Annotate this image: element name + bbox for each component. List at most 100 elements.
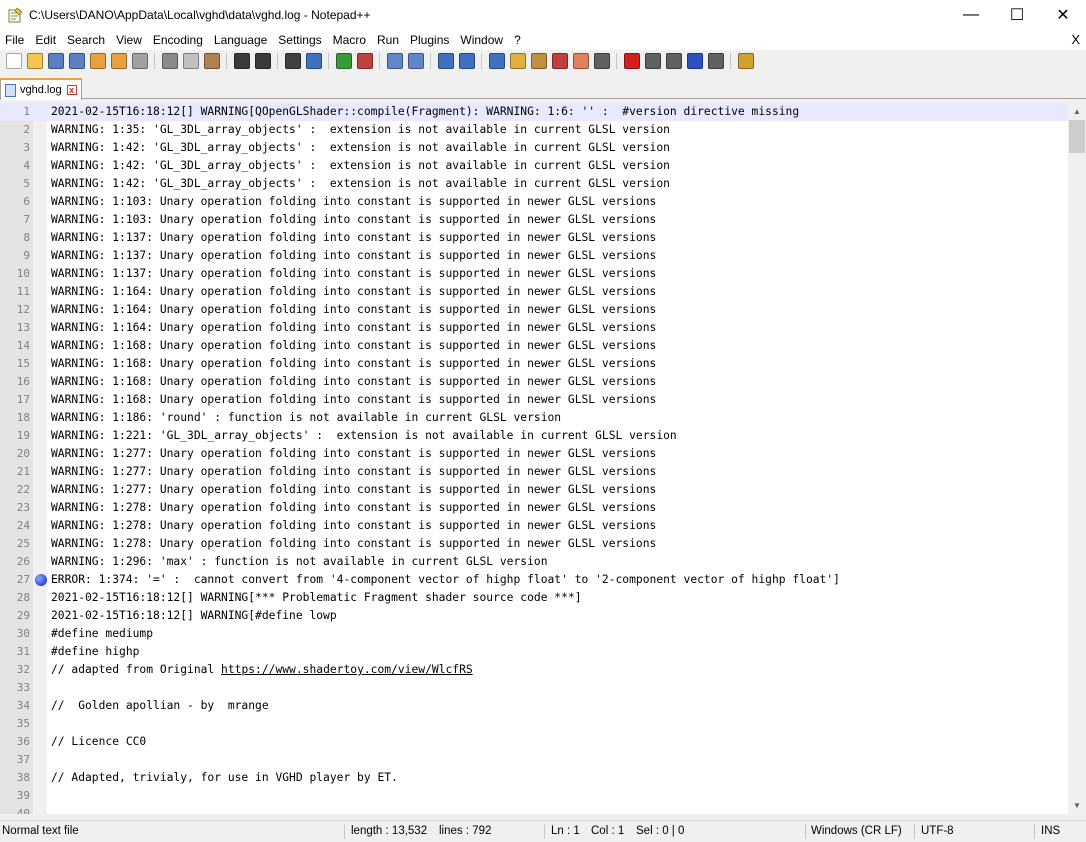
code-line[interactable]: 6 WARNING: 1:103: Unary operation folding… — [0, 193, 1068, 211]
menu-search[interactable]: Search — [62, 30, 111, 50]
code-line[interactable]: 18 WARNING: 1:186: 'round' : function is … — [0, 409, 1068, 427]
sync-horizontal-icon[interactable] — [407, 53, 424, 69]
code-line[interactable]: 27 ERROR: 1:374: '=' : cannot convert fro… — [0, 571, 1068, 589]
code-line[interactable]: 32 // adapted from Original https://www.s… — [0, 661, 1068, 679]
scrollbar-thumb[interactable] — [1069, 120, 1085, 153]
menu-settings[interactable]: Settings — [273, 30, 327, 50]
code-line[interactable]: 30 #define mediump — [0, 625, 1068, 643]
sync-vertical-icon[interactable] — [386, 53, 403, 69]
scroll-up-arrow-icon[interactable]: ▲ — [1068, 103, 1086, 120]
indent-guide-icon[interactable] — [488, 53, 505, 69]
save-macro-icon[interactable] — [707, 53, 724, 69]
menu-macro[interactable]: Macro — [328, 30, 372, 50]
code-line[interactable]: 5 WARNING: 1:42: 'GL_3DL_array_objects' :… — [0, 175, 1068, 193]
close-document-button[interactable]: X — [1071, 30, 1080, 50]
code-line[interactable]: 37 — [0, 751, 1068, 769]
monitoring-icon[interactable] — [593, 53, 610, 69]
word-wrap-icon[interactable] — [437, 53, 454, 69]
code-line[interactable]: 3 WARNING: 1:42: 'GL_3DL_array_objects' :… — [0, 139, 1068, 157]
launch-browser-icon[interactable] — [737, 53, 754, 69]
function-list-icon[interactable] — [551, 53, 568, 69]
folder-workspace-icon[interactable] — [572, 53, 589, 69]
url-link[interactable]: https://www.shadertoy.com/view/WlcfRS — [221, 663, 473, 676]
menu-encoding[interactable]: Encoding — [148, 30, 209, 50]
code-line[interactable]: 13 WARNING: 1:164: Unary operation foldin… — [0, 319, 1068, 337]
menu-window[interactable]: Window — [455, 30, 509, 50]
cut-icon[interactable] — [161, 53, 178, 69]
code-line[interactable]: 25 WARNING: 1:278: Unary operation foldin… — [0, 535, 1068, 553]
code-line[interactable]: 20 WARNING: 1:277: Unary operation foldin… — [0, 445, 1068, 463]
code-line[interactable]: 40 — [0, 805, 1068, 814]
code-line[interactable]: 7 WARNING: 1:103: Unary operation folding… — [0, 211, 1068, 229]
tab-close-icon[interactable]: x — [66, 85, 77, 95]
code-line[interactable]: 26 WARNING: 1:296: 'max' : function is no… — [0, 553, 1068, 571]
code-line[interactable]: 4 WARNING: 1:42: 'GL_3DL_array_objects' :… — [0, 157, 1068, 175]
new-file-icon[interactable] — [5, 53, 22, 69]
code-line[interactable]: 2 WARNING: 1:35: 'GL_3DL_array_objects' :… — [0, 121, 1068, 139]
find-icon[interactable] — [284, 53, 301, 69]
show-all-chars-icon[interactable] — [458, 53, 475, 69]
code-line[interactable]: 33 — [0, 679, 1068, 697]
record-macro-icon[interactable] — [623, 53, 640, 69]
code-line[interactable]: 10 WARNING: 1:137: Unary operation foldin… — [0, 265, 1068, 283]
save-file-icon[interactable] — [47, 53, 64, 69]
undo-icon[interactable] — [233, 53, 250, 69]
maximize-button[interactable]: ☐ — [994, 0, 1040, 30]
print-icon[interactable] — [131, 53, 148, 69]
redo-icon[interactable] — [254, 53, 271, 69]
code-line[interactable]: 19 WARNING: 1:221: 'GL_3DL_array_objects'… — [0, 427, 1068, 445]
run-macro-multiple-icon[interactable] — [686, 53, 703, 69]
code-line[interactable]: 9 WARNING: 1:137: Unary operation folding… — [0, 247, 1068, 265]
document-map-icon[interactable] — [530, 53, 547, 69]
user-language-icon[interactable] — [509, 53, 526, 69]
save-all-icon[interactable] — [68, 53, 85, 69]
copy-icon[interactable] — [182, 53, 199, 69]
code-line[interactable]: 34 // Golden apollian - by mrange — [0, 697, 1068, 715]
menu-run[interactable]: Run — [372, 30, 405, 50]
paste-icon[interactable] — [203, 53, 220, 69]
code-line[interactable]: 35 — [0, 715, 1068, 733]
code-line[interactable]: 21 WARNING: 1:277: Unary operation foldin… — [0, 463, 1068, 481]
code-line[interactable]: 1 2021-02-15T16:18:12[] WARNING[QOpenGLSh… — [0, 103, 1068, 121]
close-window-button[interactable]: ✕ — [1040, 0, 1086, 30]
menu-file[interactable]: File — [0, 30, 30, 50]
code-line[interactable]: 38 // Adapted, trivialy, for use in VGHD … — [0, 769, 1068, 787]
zoom-out-icon[interactable] — [356, 53, 373, 69]
line-number: 32 — [16, 663, 30, 676]
code-line[interactable]: 23 WARNING: 1:278: Unary operation foldin… — [0, 499, 1068, 517]
stop-macro-icon[interactable] — [644, 53, 661, 69]
play-macro-icon[interactable] — [665, 53, 682, 69]
code-line[interactable]: 29 2021-02-15T16:18:12[] WARNING[#define … — [0, 607, 1068, 625]
toolbar-separator — [430, 53, 431, 69]
minimize-button[interactable]: — — [948, 0, 994, 30]
close-file-icon[interactable] — [89, 53, 106, 69]
code-line[interactable]: 16 WARNING: 1:168: Unary operation foldin… — [0, 373, 1068, 391]
editor[interactable]: 1 2021-02-15T16:18:12[] WARNING[QOpenGLSh… — [0, 103, 1086, 814]
vertical-scrollbar[interactable]: ▲ ▼ — [1068, 103, 1086, 814]
code-line[interactable]: 15 WARNING: 1:168: Unary operation foldin… — [0, 355, 1068, 373]
menu-language[interactable]: Language — [209, 30, 273, 50]
code-line[interactable]: 24 WARNING: 1:278: Unary operation foldin… — [0, 517, 1068, 535]
menu-edit[interactable]: Edit — [30, 30, 62, 50]
tab-vghd-log[interactable]: vghd.log x — [0, 78, 82, 100]
code-line[interactable]: 17 WARNING: 1:168: Unary operation foldin… — [0, 391, 1068, 409]
code-line[interactable]: 31 #define highp — [0, 643, 1068, 661]
code-line[interactable]: 39 — [0, 787, 1068, 805]
open-file-icon[interactable] — [26, 53, 43, 69]
code-line[interactable]: 36 // Licence CC0 — [0, 733, 1068, 751]
menu-help[interactable]: ? — [509, 30, 527, 50]
bookmark-icon[interactable] — [35, 574, 47, 586]
replace-icon[interactable] — [305, 53, 322, 69]
scroll-down-arrow-icon[interactable]: ▼ — [1068, 797, 1086, 814]
code-line[interactable]: 28 2021-02-15T16:18:12[] WARNING[*** Prob… — [0, 589, 1068, 607]
zoom-in-icon[interactable] — [335, 53, 352, 69]
menu-view[interactable]: View — [111, 30, 148, 50]
code-line[interactable]: 11 WARNING: 1:164: Unary operation foldin… — [0, 283, 1068, 301]
menu-plugins[interactable]: Plugins — [405, 30, 455, 50]
code-line[interactable]: 8 WARNING: 1:137: Unary operation folding… — [0, 229, 1068, 247]
code-line[interactable]: 22 WARNING: 1:277: Unary operation foldin… — [0, 481, 1068, 499]
code-line[interactable]: 12 WARNING: 1:164: Unary operation foldin… — [0, 301, 1068, 319]
close-all-icon[interactable] — [110, 53, 127, 69]
code-line[interactable]: 14 WARNING: 1:168: Unary operation foldin… — [0, 337, 1068, 355]
code-text: WARNING: 1:42: 'GL_3DL_array_objects' : … — [51, 159, 670, 172]
